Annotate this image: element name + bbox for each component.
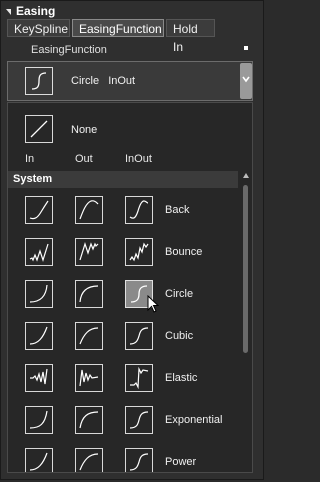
easing-tabs: KeySpline EasingFunction Hold In xyxy=(7,19,217,54)
group-label-system: System xyxy=(13,173,53,185)
exponential-inout-icon[interactable] xyxy=(125,406,153,434)
cubic-out-icon[interactable] xyxy=(75,322,103,350)
tab-keyspline[interactable]: KeySpline xyxy=(7,19,70,37)
power-inout-icon[interactable] xyxy=(125,448,153,472)
option-label-power[interactable]: Power xyxy=(165,456,196,468)
group-header-system: System xyxy=(8,171,238,188)
option-none-label: None xyxy=(71,124,98,136)
easing-function-label: EasingFunction xyxy=(31,44,107,56)
circle-curve-icon xyxy=(25,67,53,95)
option-label-elastic[interactable]: Elastic xyxy=(165,372,197,384)
back-inout-icon[interactable] xyxy=(125,196,153,224)
tab-easingfunction[interactable]: EasingFunction xyxy=(72,19,164,37)
circle-out-icon[interactable] xyxy=(75,280,103,308)
dropdown-scrollbar[interactable] xyxy=(240,171,252,471)
section-title: Easing xyxy=(16,4,56,18)
option-none[interactable]: None xyxy=(8,111,238,147)
exponential-in-icon[interactable] xyxy=(25,406,53,434)
dropdown-toggle-button[interactable] xyxy=(240,63,252,99)
bounce-in-icon[interactable] xyxy=(25,238,53,266)
circle-in-icon[interactable] xyxy=(25,280,53,308)
selected-function-name: Circle xyxy=(71,75,100,87)
option-label-back[interactable]: Back xyxy=(165,204,189,216)
easing-section-header[interactable]: Easing xyxy=(6,4,55,18)
option-label-cubic[interactable]: Cubic xyxy=(165,330,193,342)
column-header-in: In xyxy=(25,153,35,165)
exponential-out-icon[interactable] xyxy=(75,406,103,434)
option-row-circle: Circle xyxy=(8,276,238,314)
option-row-back: Back xyxy=(8,192,238,230)
easing-function-select[interactable]: Circle InOut xyxy=(7,61,253,101)
power-in-icon[interactable] xyxy=(25,448,53,472)
column-header-out: Out xyxy=(75,153,93,165)
option-row-bounce: Bounce xyxy=(8,234,238,272)
selected-function-mode: InOut xyxy=(108,75,136,87)
mouse-pointer-icon xyxy=(147,295,159,313)
collapse-triangle-icon[interactable] xyxy=(6,8,11,15)
linear-none-icon xyxy=(25,115,53,143)
elastic-out-icon[interactable] xyxy=(75,364,103,392)
option-label-circle[interactable]: Circle xyxy=(165,288,193,300)
option-label-bounce[interactable]: Bounce xyxy=(165,246,202,258)
scroll-up-arrow-icon[interactable] xyxy=(243,173,249,178)
power-out-icon[interactable] xyxy=(75,448,103,472)
advanced-options-marker[interactable] xyxy=(244,46,248,50)
bounce-out-icon[interactable] xyxy=(75,238,103,266)
cubic-inout-icon[interactable] xyxy=(125,322,153,350)
option-row-exponential: Exponential xyxy=(8,402,238,440)
option-row-power: Power xyxy=(8,444,238,472)
scrollbar-thumb[interactable] xyxy=(243,185,248,353)
chevron-down-icon xyxy=(242,76,250,83)
tab-hold-in[interactable]: Hold In xyxy=(166,19,215,54)
selected-function-text: Circle InOut xyxy=(71,75,141,87)
option-label-exponential[interactable]: Exponential xyxy=(165,414,223,426)
cubic-in-icon[interactable] xyxy=(25,322,53,350)
back-out-icon[interactable] xyxy=(75,196,103,224)
option-row-elastic: Elastic xyxy=(8,360,238,398)
back-in-icon[interactable] xyxy=(25,196,53,224)
easing-panel: Easing KeySpline EasingFunction Hold In … xyxy=(0,0,264,480)
column-header-inout: InOut xyxy=(125,153,152,165)
elastic-inout-icon[interactable] xyxy=(125,364,153,392)
easing-function-dropdown: None In Out InOut System Back Bounce Cir… xyxy=(7,102,253,473)
elastic-in-icon[interactable] xyxy=(25,364,53,392)
bounce-inout-icon[interactable] xyxy=(125,238,153,266)
option-row-cubic: Cubic xyxy=(8,318,238,356)
